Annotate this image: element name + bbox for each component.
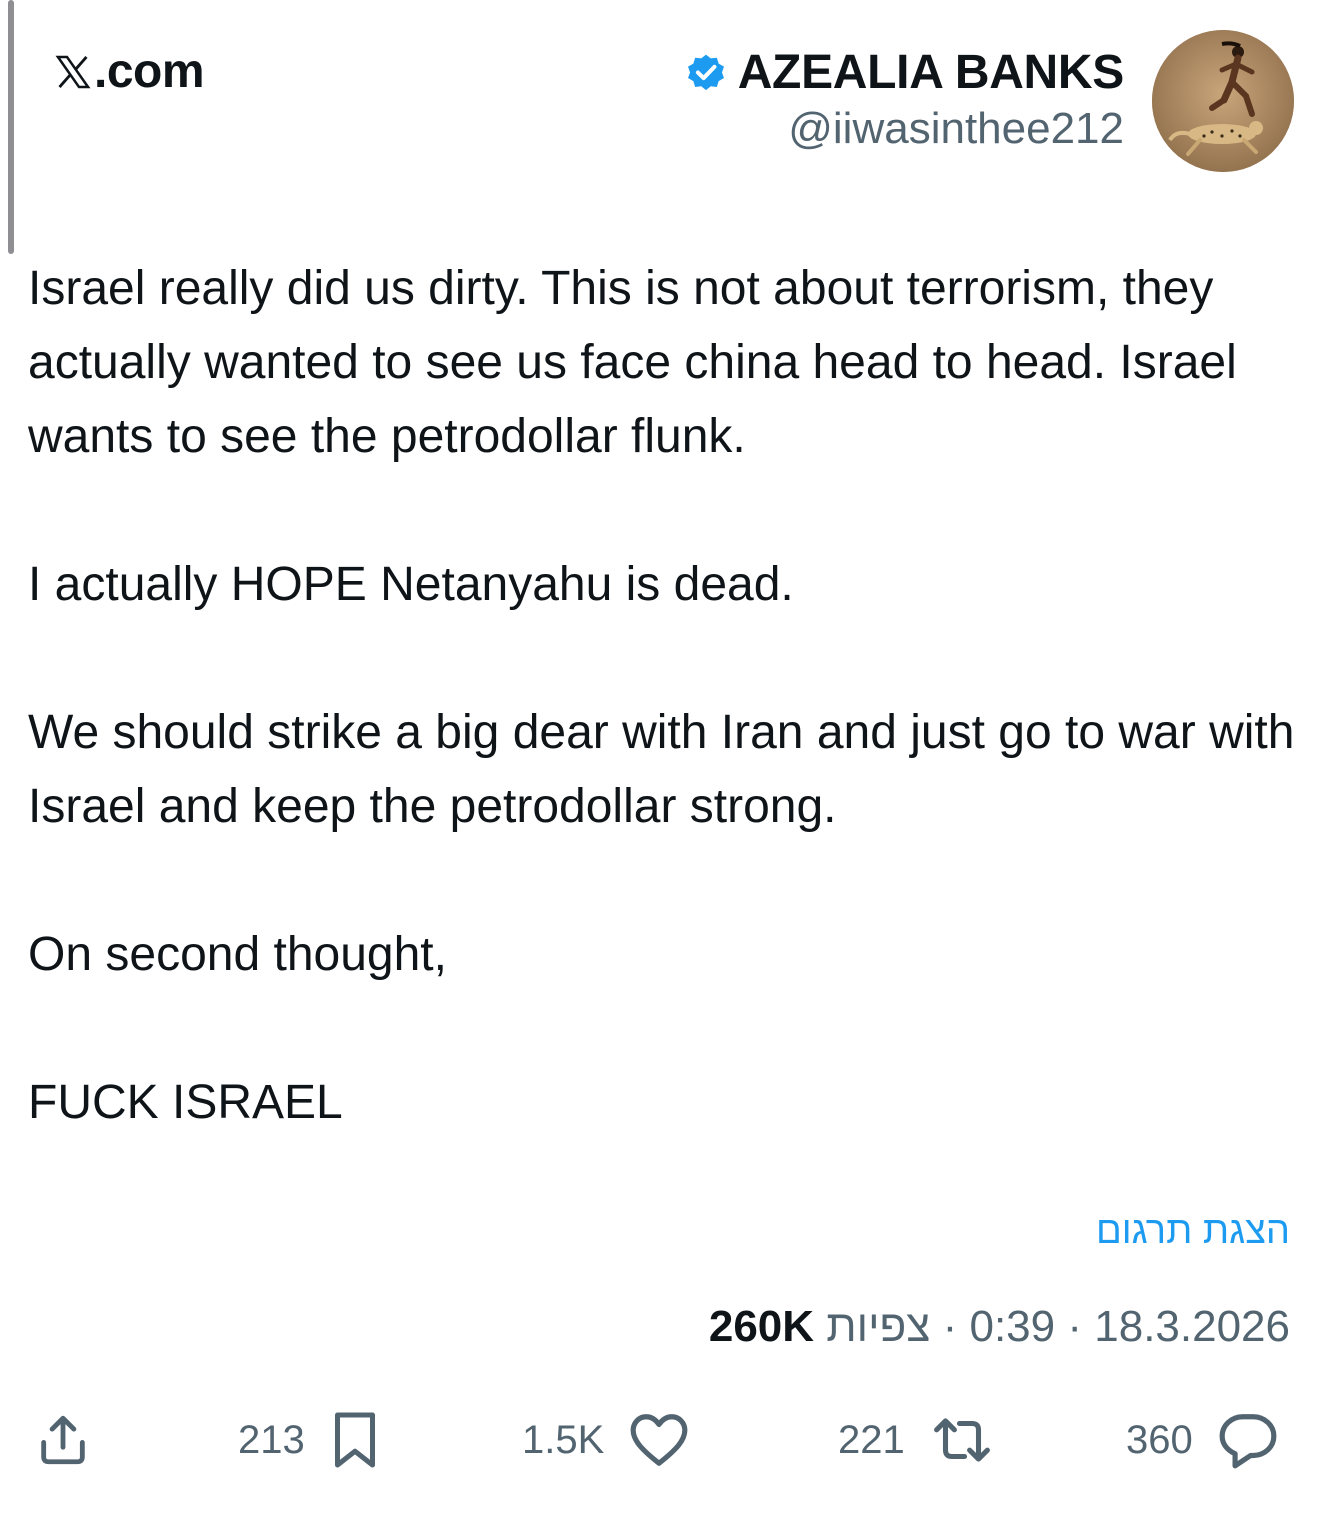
like-button[interactable]: 1.5K (522, 1400, 690, 1480)
date[interactable]: 18.3.2026 (1094, 1302, 1290, 1351)
tweet-screenshot: .com AZEALIA BANKS @iiwasinthee212 Israe… (0, 0, 1320, 1536)
tweet-text: Israel really did us dirty. This is not … (28, 252, 1298, 1140)
views-label: צפיות (826, 1302, 931, 1351)
share-icon (41, 1415, 85, 1465)
heart-icon (630, 1414, 688, 1466)
meta-separator: · (1067, 1302, 1083, 1351)
bookmark-count: 213 (238, 1417, 305, 1462)
author-handle[interactable]: @iiwasinthee212 (684, 104, 1124, 154)
site-label-text: .com (94, 45, 205, 98)
reply-button[interactable]: 360 (1126, 1400, 1279, 1480)
verified-badge-icon (687, 54, 724, 91)
action-bar: 213 1.5K 221 360 (0, 1400, 1320, 1480)
scroll-indicator[interactable] (8, 0, 14, 254)
tweet-paragraph: I actually HOPE Netanyahu is dead. (28, 558, 794, 611)
show-translation-link[interactable]: הצגת תרגום (1096, 1210, 1290, 1253)
tweet-paragraph: On second thought, (28, 928, 447, 981)
share-button[interactable] (34, 1400, 92, 1480)
time[interactable]: 0:39 (969, 1302, 1055, 1351)
reply-count: 360 (1126, 1417, 1193, 1462)
views-count[interactable]: 260K (709, 1302, 814, 1351)
site-label: .com (54, 44, 205, 99)
repost-icon (933, 1418, 990, 1462)
avatar[interactable] (1152, 30, 1294, 172)
like-count: 1.5K (522, 1417, 605, 1462)
x-logo-icon (55, 55, 91, 88)
meta-separator: · (942, 1302, 958, 1351)
repost-button[interactable]: 221 (838, 1400, 995, 1480)
bookmark-icon (334, 1412, 375, 1468)
tweet-paragraph: FUCK ISRAEL (28, 1076, 343, 1129)
author-name[interactable]: AZEALIA BANKS (738, 45, 1125, 100)
author-block[interactable]: AZEALIA BANKS @iiwasinthee212 (684, 44, 1124, 154)
repost-count: 221 (838, 1417, 905, 1462)
bookmark-button[interactable]: 213 (238, 1400, 381, 1480)
tweet-paragraph: Israel really did us dirty. This is not … (28, 262, 1237, 463)
reply-icon (1219, 1414, 1277, 1469)
tweet-meta: 18.3.2026 · 0:39 · צפיות 260K (709, 1302, 1290, 1352)
tweet-paragraph: We should strike a big dear with Iran an… (28, 706, 1295, 833)
avatar-image (1152, 30, 1294, 172)
